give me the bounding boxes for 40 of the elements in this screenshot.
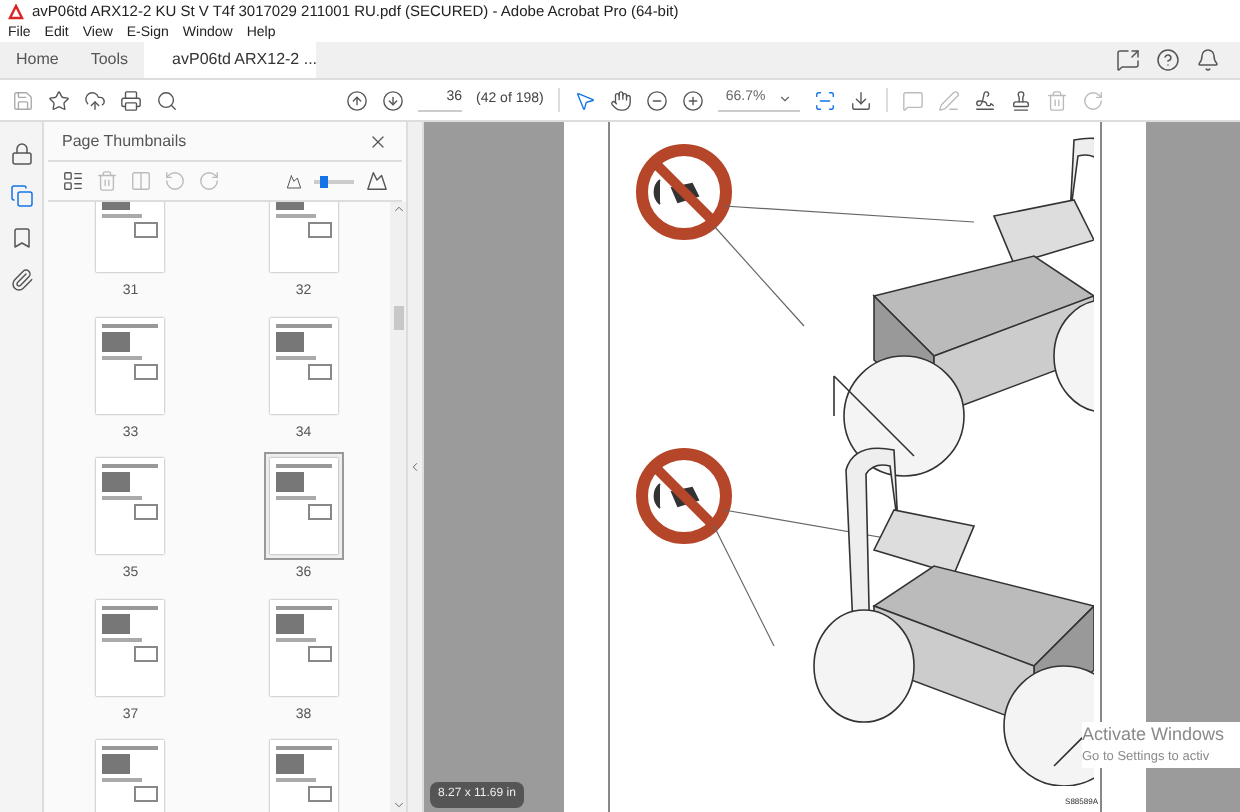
scroll-up-icon[interactable] [391, 202, 405, 216]
lock-icon[interactable] [9, 142, 33, 166]
small-size-icon[interactable] [286, 173, 302, 189]
scroll-mode-icon[interactable] [849, 89, 872, 111]
close-icon[interactable] [368, 131, 388, 151]
activation-notice: Activate Windows [1082, 721, 1225, 748]
page-thumbnail[interactable] [263, 452, 344, 560]
bell-icon[interactable] [1196, 48, 1220, 72]
help-icon[interactable] [1156, 48, 1180, 72]
scrollbar-thumb[interactable] [393, 306, 403, 330]
prohibition-sign-icon [636, 448, 732, 544]
panel-title: Page Thumbnails [62, 129, 187, 153]
pdf-app-icon [8, 4, 24, 20]
large-size-icon[interactable] [366, 170, 388, 192]
collapse-panel-icon[interactable] [408, 460, 422, 474]
pointer-icon[interactable] [573, 89, 596, 111]
share-icon[interactable] [1116, 48, 1140, 72]
zoom-in-icon[interactable] [681, 89, 704, 111]
previous-page-icon[interactable] [346, 89, 368, 111]
options-icon[interactable] [62, 170, 84, 192]
slider-thumb[interactable] [320, 175, 329, 187]
thumbnail-size-slider[interactable] [314, 175, 354, 187]
bookmark-icon[interactable] [9, 226, 33, 250]
caret-icon [777, 92, 792, 106]
scroll-down-icon[interactable] [391, 798, 405, 812]
save-icon[interactable] [12, 89, 34, 111]
attachment-icon[interactable] [9, 268, 33, 292]
print-icon[interactable] [120, 89, 142, 111]
pages-icon[interactable] [9, 184, 33, 208]
search-icon[interactable] [156, 89, 178, 111]
upload-icon[interactable] [84, 89, 106, 111]
next-page-icon[interactable] [382, 89, 404, 111]
zoom-out-icon[interactable] [645, 89, 668, 111]
sign-icon[interactable] [973, 89, 996, 111]
prohibition-sign-icon [636, 144, 732, 240]
stamp-icon[interactable] [1009, 89, 1032, 111]
star-icon[interactable] [48, 89, 70, 111]
hand-icon[interactable] [609, 89, 632, 111]
fit-page-icon[interactable] [813, 89, 836, 111]
tab[interactable]: avP06td ARX12-2 ... [144, 42, 317, 78]
